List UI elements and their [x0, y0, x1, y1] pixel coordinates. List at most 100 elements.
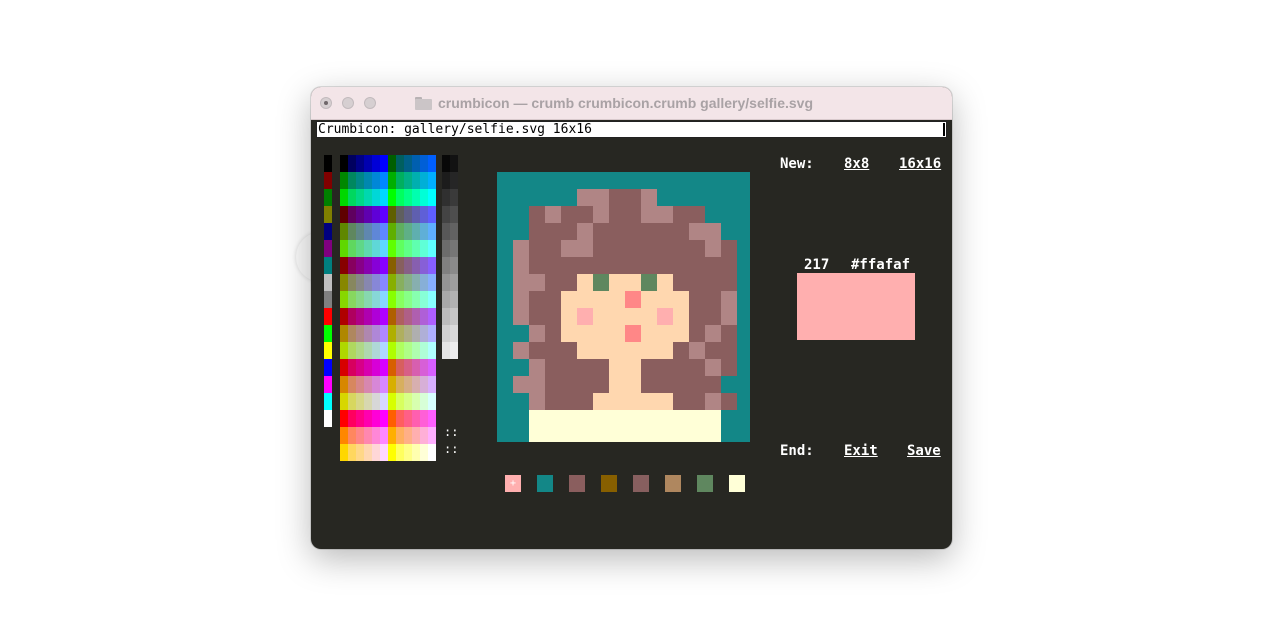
canvas-pixel[interactable]: [577, 308, 593, 325]
canvas-pixel[interactable]: [497, 308, 513, 325]
palette-swatch[interactable]: [450, 308, 458, 325]
palette-swatch[interactable]: [348, 155, 356, 172]
used-color-swatch[interactable]: [569, 475, 585, 492]
palette-swatch[interactable]: [380, 155, 388, 172]
palette-swatch[interactable]: [404, 325, 412, 342]
palette-swatch[interactable]: [380, 257, 388, 274]
canvas-pixel[interactable]: [513, 172, 529, 189]
canvas-pixel[interactable]: [497, 325, 513, 342]
canvas-pixel[interactable]: [593, 223, 609, 240]
canvas-pixel[interactable]: [641, 325, 657, 342]
palette-swatch[interactable]: [388, 257, 396, 274]
palette-swatch[interactable]: [388, 325, 396, 342]
palette-swatch[interactable]: [420, 240, 428, 257]
canvas-pixel[interactable]: [657, 359, 673, 376]
canvas-pixel[interactable]: [529, 257, 545, 274]
palette-swatch[interactable]: [340, 393, 348, 410]
palette-swatch[interactable]: [404, 308, 412, 325]
canvas-pixel[interactable]: [673, 376, 689, 393]
palette-swatch[interactable]: [428, 427, 436, 444]
canvas-pixel[interactable]: [593, 393, 609, 410]
palette-swatch[interactable]: [412, 410, 420, 427]
palette-swatch[interactable]: [450, 189, 458, 206]
canvas-pixel[interactable]: [657, 223, 673, 240]
palette-swatch[interactable]: [380, 223, 388, 240]
palette-swatch[interactable]: [388, 393, 396, 410]
canvas-pixel[interactable]: [545, 342, 561, 359]
palette-swatch[interactable]: [372, 427, 380, 444]
palette-swatch[interactable]: [404, 410, 412, 427]
canvas-pixel[interactable]: [737, 427, 750, 442]
canvas-pixel[interactable]: [705, 376, 721, 393]
used-color-swatch[interactable]: [665, 475, 681, 492]
canvas-pixel[interactable]: [545, 427, 561, 442]
canvas-pixel[interactable]: [641, 172, 657, 189]
canvas-pixel[interactable]: [545, 376, 561, 393]
palette-swatch[interactable]: [412, 257, 420, 274]
canvas-pixel[interactable]: [641, 359, 657, 376]
canvas-pixel[interactable]: [721, 274, 737, 291]
palette-swatch[interactable]: [364, 155, 372, 172]
palette-swatch[interactable]: [364, 427, 372, 444]
palette-swatch[interactable]: [450, 155, 458, 172]
palette-swatch[interactable]: [324, 240, 332, 257]
canvas-pixel[interactable]: [657, 189, 673, 206]
palette-swatch[interactable]: [372, 376, 380, 393]
palette-swatch[interactable]: [340, 444, 348, 461]
palette-swatch[interactable]: [420, 155, 428, 172]
palette-swatch[interactable]: [388, 155, 396, 172]
palette-swatch[interactable]: [364, 223, 372, 240]
canvas-pixel[interactable]: [497, 359, 513, 376]
palette-swatch[interactable]: [450, 223, 458, 240]
palette-swatch[interactable]: [364, 189, 372, 206]
canvas-pixel[interactable]: [721, 427, 737, 442]
palette-swatch[interactable]: [412, 240, 420, 257]
canvas-pixel[interactable]: [513, 393, 529, 410]
palette-swatch[interactable]: [442, 155, 450, 172]
canvas-pixel[interactable]: [609, 342, 625, 359]
canvas-pixel[interactable]: [641, 223, 657, 240]
palette-swatch[interactable]: [442, 342, 450, 359]
canvas-pixel[interactable]: [561, 393, 577, 410]
more-colors-indicator[interactable]: ::: [444, 443, 458, 455]
canvas-pixel[interactable]: [657, 291, 673, 308]
palette-swatch[interactable]: [364, 393, 372, 410]
palette-swatch[interactable]: [412, 223, 420, 240]
palette-swatch[interactable]: [396, 325, 404, 342]
palette-swatch[interactable]: [428, 376, 436, 393]
palette-swatch[interactable]: [404, 155, 412, 172]
palette-swatch[interactable]: [372, 291, 380, 308]
palette-swatch[interactable]: [404, 359, 412, 376]
palette-swatch[interactable]: [324, 155, 332, 172]
palette-swatch[interactable]: [388, 206, 396, 223]
palette-swatch[interactable]: [340, 376, 348, 393]
palette-swatch[interactable]: [356, 342, 364, 359]
palette-swatch[interactable]: [428, 359, 436, 376]
canvas-pixel[interactable]: [689, 410, 705, 427]
palette-swatch[interactable]: [356, 257, 364, 274]
canvas-pixel[interactable]: [577, 257, 593, 274]
canvas-pixel[interactable]: [641, 206, 657, 223]
palette-swatch[interactable]: [364, 257, 372, 274]
canvas-pixel[interactable]: [497, 172, 513, 189]
palette-swatch[interactable]: [428, 325, 436, 342]
canvas-pixel[interactable]: [529, 325, 545, 342]
canvas-pixel[interactable]: [689, 359, 705, 376]
canvas-pixel[interactable]: [561, 410, 577, 427]
palette-swatch[interactable]: [412, 325, 420, 342]
canvas-pixel[interactable]: [689, 291, 705, 308]
palette-swatch[interactable]: [412, 359, 420, 376]
canvas-pixel[interactable]: [705, 274, 721, 291]
canvas-pixel[interactable]: [593, 342, 609, 359]
canvas-pixel[interactable]: [737, 325, 750, 342]
canvas-pixel[interactable]: [641, 257, 657, 274]
canvas-pixel[interactable]: [721, 393, 737, 410]
palette-swatch[interactable]: [404, 240, 412, 257]
canvas-pixel[interactable]: [577, 223, 593, 240]
canvas-pixel[interactable]: [673, 257, 689, 274]
canvas-pixel[interactable]: [721, 189, 737, 206]
canvas-pixel[interactable]: [497, 223, 513, 240]
palette-swatch[interactable]: [380, 376, 388, 393]
canvas-pixel[interactable]: [689, 223, 705, 240]
canvas-pixel[interactable]: [673, 308, 689, 325]
